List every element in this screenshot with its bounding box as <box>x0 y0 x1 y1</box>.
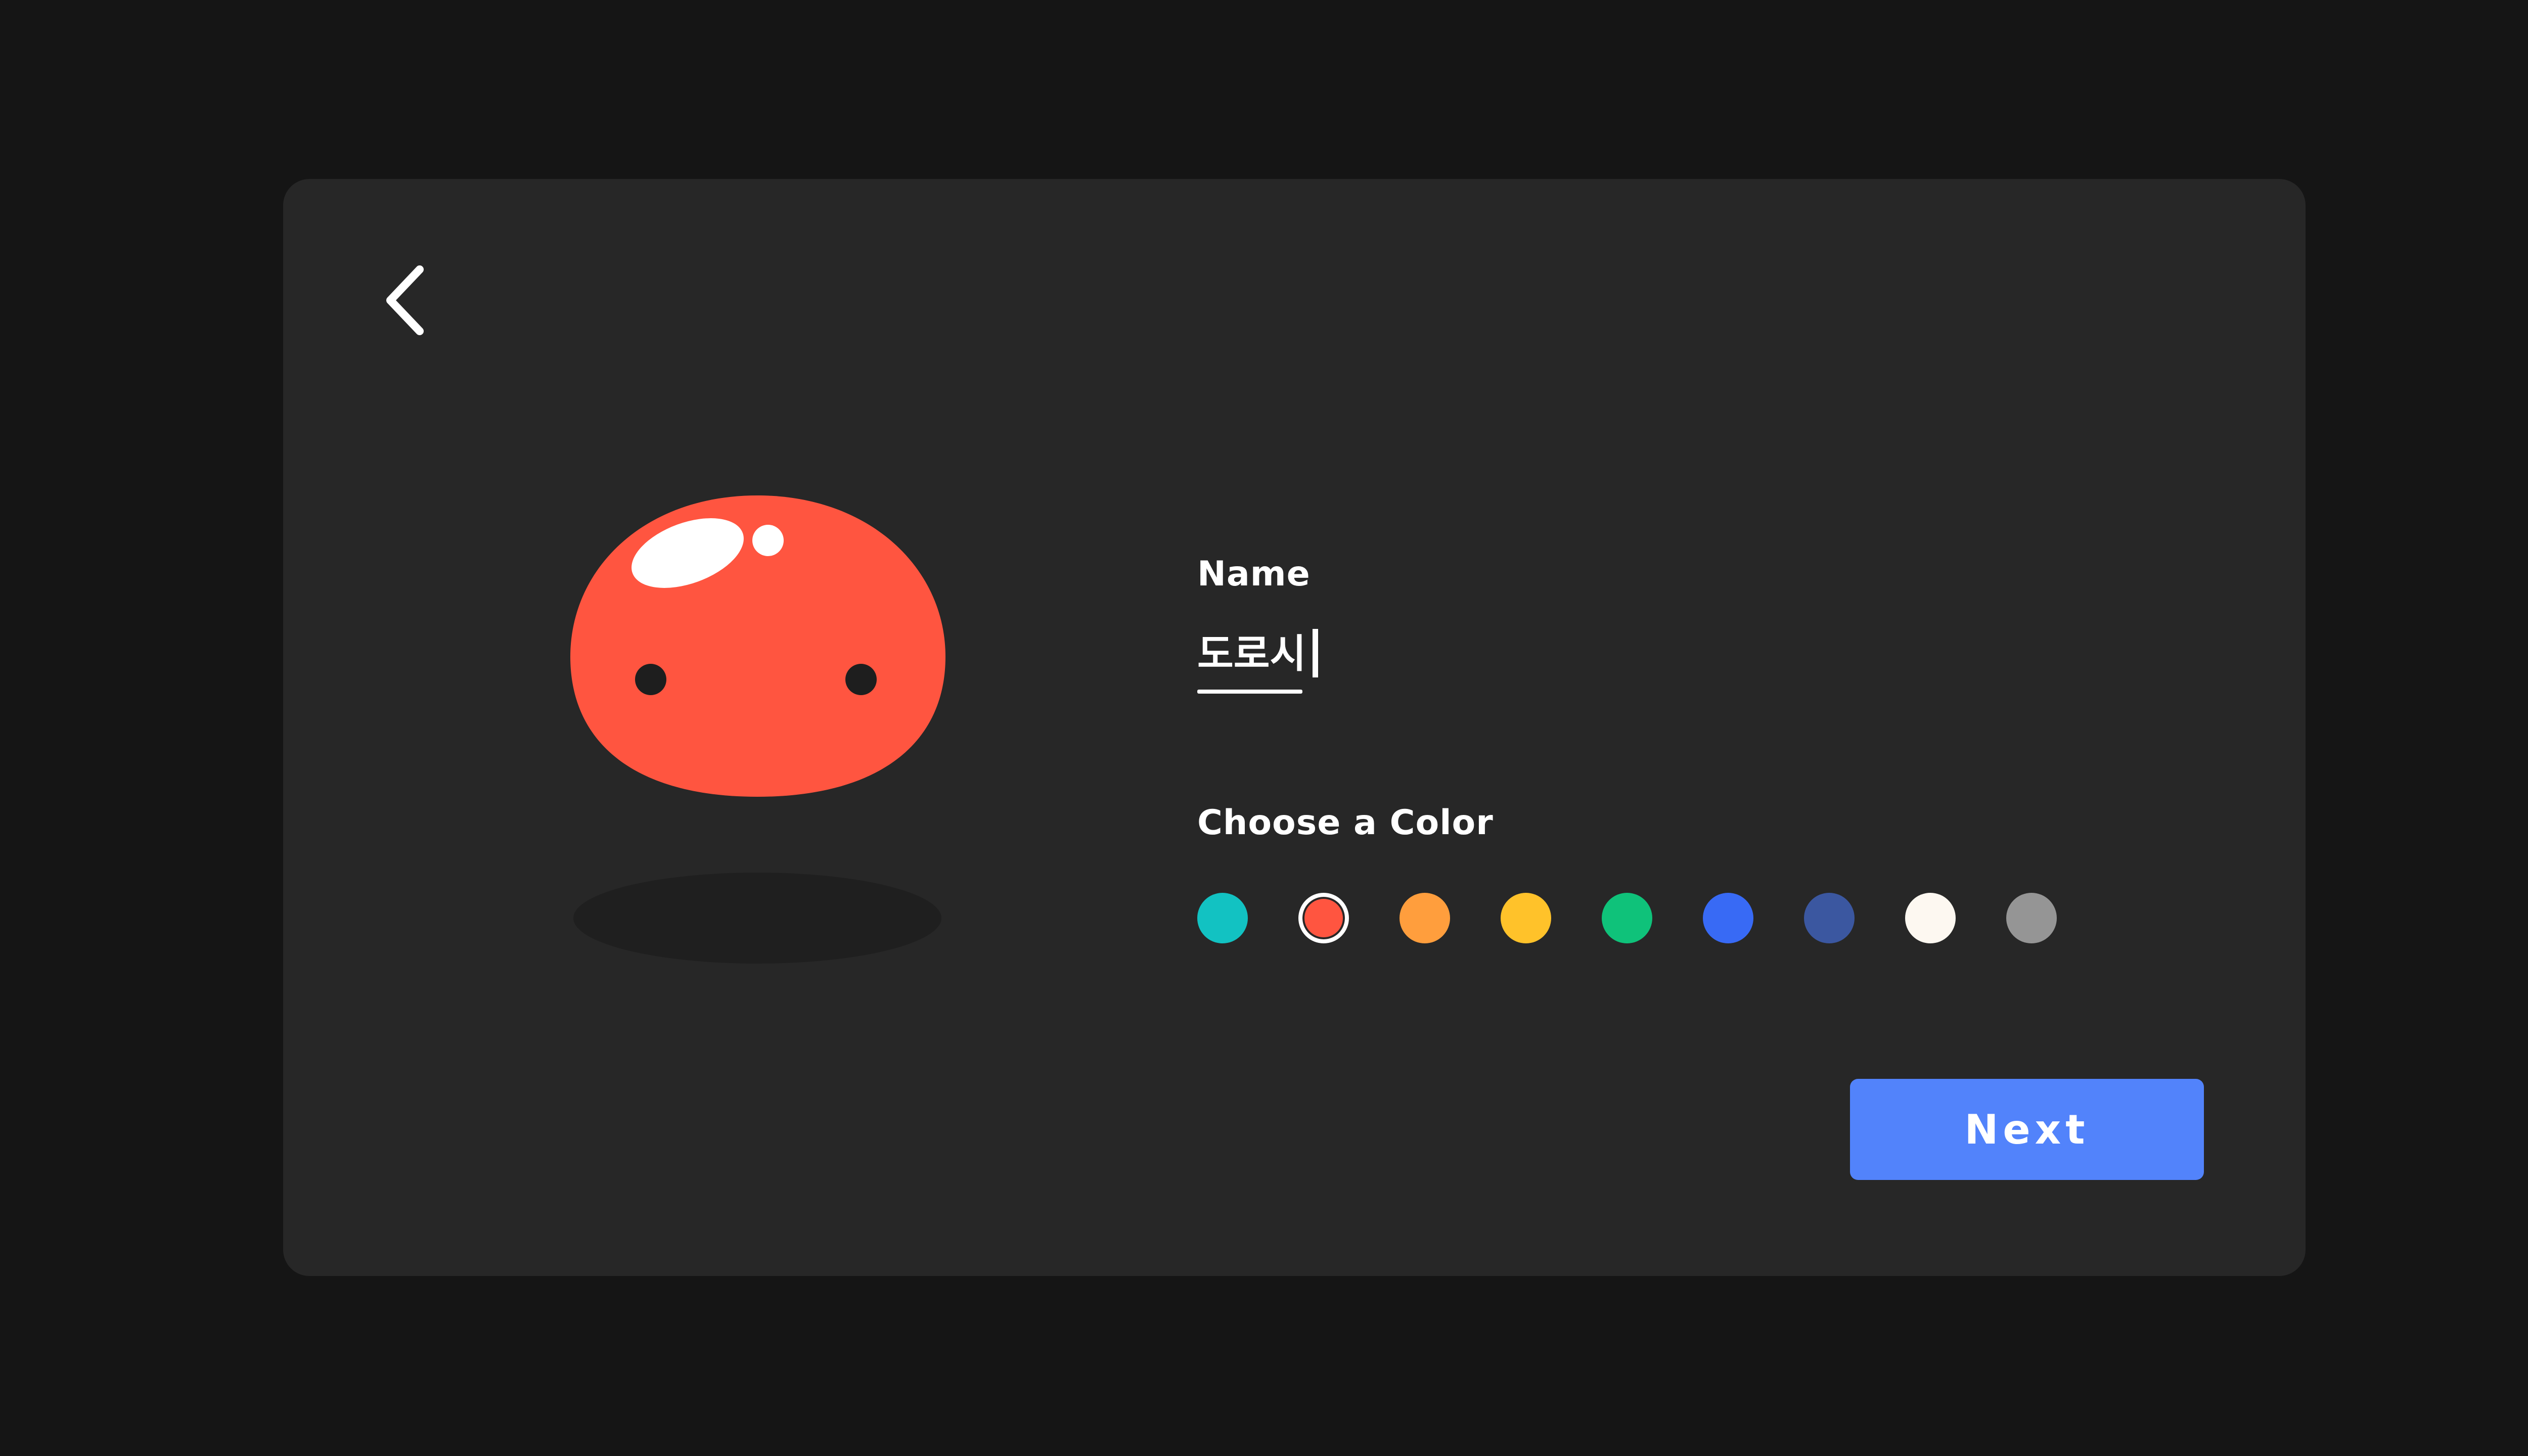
color-swatch[interactable] <box>1197 893 1248 943</box>
mascot-character <box>570 495 945 964</box>
color-swatch[interactable] <box>1501 893 1551 943</box>
color-swatch[interactable] <box>1602 893 1652 943</box>
color-swatch[interactable] <box>1905 893 1956 943</box>
mascot-eye-right <box>845 664 877 695</box>
color-swatch[interactable] <box>1400 893 1450 943</box>
name-label: Name <box>1197 554 1311 594</box>
name-input-underline <box>1197 690 1302 694</box>
color-swatch[interactable] <box>1804 893 1855 943</box>
next-button[interactable]: Next <box>1850 1079 2204 1180</box>
mascot-shadow <box>573 873 941 964</box>
color-swatch[interactable] <box>2006 893 2057 943</box>
name-input-value[interactable]: 도로시 <box>1197 624 1306 685</box>
back-button[interactable] <box>367 255 447 346</box>
text-caret <box>1313 629 1318 677</box>
color-swatch-list <box>1197 893 2158 945</box>
mascot-eye-left <box>635 664 666 695</box>
character-setup-card: Name 도로시 Choose a Color Next <box>283 179 2306 1276</box>
color-swatch[interactable] <box>1298 893 1349 943</box>
mascot-highlight-dot <box>752 525 784 556</box>
name-input[interactable]: 도로시 <box>1197 619 1905 695</box>
choose-color-label: Choose a Color <box>1197 803 1494 843</box>
color-swatch[interactable] <box>1703 893 1753 943</box>
chevron-left-icon <box>386 265 424 335</box>
